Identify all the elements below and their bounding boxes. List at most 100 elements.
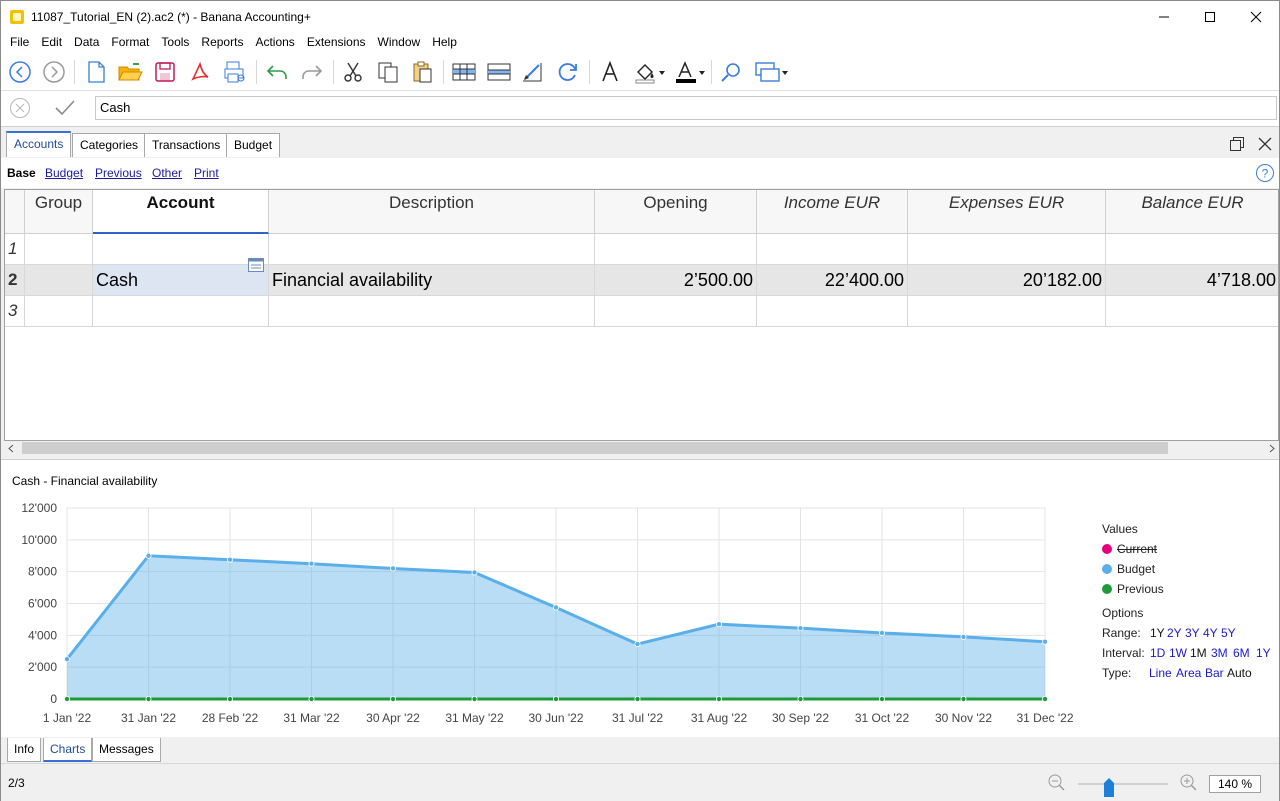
zoom-in-button[interactable] xyxy=(1179,773,1197,794)
menu-tools[interactable]: Tools xyxy=(155,32,195,53)
forward-button[interactable] xyxy=(40,58,68,86)
cell-expenses[interactable]: 20’182.00 xyxy=(908,265,1106,295)
row-number[interactable]: 1 xyxy=(5,234,25,264)
cell-edit-field[interactable]: Cash xyxy=(95,96,1277,120)
menu-window[interactable]: Window xyxy=(372,32,427,53)
print-button[interactable] xyxy=(221,58,249,86)
interval-1w[interactable]: 1W xyxy=(1169,646,1187,660)
view-budget[interactable]: Budget xyxy=(45,166,83,180)
zoom-level-field[interactable]: 140 % xyxy=(1209,775,1261,793)
legend-current-label[interactable]: Current xyxy=(1117,542,1157,556)
menu-format[interactable]: Format xyxy=(105,32,155,53)
view-previous[interactable]: Previous xyxy=(95,166,142,180)
tab-info[interactable]: Info xyxy=(7,738,42,762)
type-line[interactable]: Line xyxy=(1149,666,1172,680)
type-area[interactable]: Area xyxy=(1176,666,1201,680)
column-header-expenses[interactable]: Expenses EUR xyxy=(908,190,1106,234)
cell-opening[interactable] xyxy=(595,296,757,326)
windows-button[interactable] xyxy=(752,58,790,86)
interval-1d[interactable]: 1D xyxy=(1150,646,1165,660)
cell-account[interactable] xyxy=(93,296,269,326)
redo-button[interactable] xyxy=(298,58,326,86)
cell-income[interactable] xyxy=(757,234,908,264)
interval-1m[interactable]: 1M xyxy=(1190,646,1207,660)
range-1y[interactable]: 1Y xyxy=(1150,626,1165,640)
cell-expenses[interactable] xyxy=(908,234,1106,264)
cell-balance[interactable] xyxy=(1106,234,1278,264)
cell-account-active[interactable]: Cash xyxy=(93,265,269,295)
horizontal-scrollbar[interactable] xyxy=(4,441,1279,455)
tab-accounts[interactable]: Accounts xyxy=(6,131,72,157)
menu-actions[interactable]: Actions xyxy=(249,32,300,53)
back-button[interactable] xyxy=(6,58,34,86)
scrollbar-thumb[interactable] xyxy=(22,442,1168,454)
add-rows-button[interactable] xyxy=(450,58,478,86)
menu-edit[interactable]: Edit xyxy=(35,32,68,53)
tab-transactions[interactable]: Transactions xyxy=(144,133,229,157)
maximize-button[interactable] xyxy=(1187,1,1233,32)
column-header-account[interactable]: Account xyxy=(93,190,269,234)
cut-button[interactable] xyxy=(339,58,367,86)
cell-group[interactable] xyxy=(25,265,93,295)
column-header-opening[interactable]: Opening xyxy=(595,190,757,234)
view-other[interactable]: Other xyxy=(152,166,182,180)
save-button[interactable] xyxy=(151,58,179,86)
cell-income[interactable]: 22’400.00 xyxy=(757,265,908,295)
pdf-export-button[interactable] xyxy=(186,58,214,86)
close-panel-button[interactable] xyxy=(1257,136,1273,155)
menu-data[interactable]: Data xyxy=(68,32,105,53)
paste-button[interactable] xyxy=(408,58,436,86)
help-button[interactable]: ? xyxy=(1255,163,1275,186)
confirm-edit-button[interactable] xyxy=(53,97,77,122)
column-header-balance[interactable]: Balance EUR xyxy=(1106,190,1278,234)
tab-categories[interactable]: Categories xyxy=(72,133,147,157)
view-print[interactable]: Print xyxy=(194,166,219,180)
range-4y[interactable]: 4Y xyxy=(1203,626,1218,640)
column-header-group[interactable]: Group xyxy=(25,190,93,234)
legend-budget-label[interactable]: Budget xyxy=(1117,562,1155,576)
cell-description[interactable] xyxy=(269,234,595,264)
cell-opening[interactable] xyxy=(595,234,757,264)
undo-button[interactable] xyxy=(263,58,291,86)
type-bar[interactable]: Bar xyxy=(1205,666,1224,680)
row-number[interactable]: 2 xyxy=(5,265,25,295)
interval-3m[interactable]: 3M xyxy=(1211,646,1228,660)
view-base[interactable]: Base xyxy=(7,166,36,180)
range-3y[interactable]: 3Y xyxy=(1185,626,1200,640)
cell-opening[interactable]: 2’500.00 xyxy=(595,265,757,295)
zoom-slider[interactable] xyxy=(1078,773,1168,797)
menu-help[interactable]: Help xyxy=(426,32,463,53)
edit-row-button[interactable] xyxy=(485,58,513,86)
fill-color-button[interactable] xyxy=(632,58,668,86)
cell-balance[interactable] xyxy=(1106,296,1278,326)
zoom-slider-thumb[interactable] xyxy=(1104,777,1114,797)
restore-panel-button[interactable] xyxy=(1229,136,1245,155)
cell-description[interactable]: Financial availability xyxy=(269,265,595,295)
tab-messages[interactable]: Messages xyxy=(92,738,161,762)
cell-group[interactable] xyxy=(25,296,93,326)
cell-balance[interactable]: 4’718.00 xyxy=(1106,265,1278,295)
new-file-button[interactable] xyxy=(82,58,110,86)
recheck-button[interactable] xyxy=(554,58,582,86)
copy-button[interactable] xyxy=(374,58,402,86)
type-auto[interactable]: Auto xyxy=(1227,666,1252,680)
menu-extensions[interactable]: Extensions xyxy=(301,32,372,53)
range-2y[interactable]: 2Y xyxy=(1167,626,1182,640)
interval-1y[interactable]: 1Y xyxy=(1256,646,1271,660)
menu-file[interactable]: File xyxy=(4,32,35,53)
close-window-button[interactable] xyxy=(1233,1,1279,32)
range-5y[interactable]: 5Y xyxy=(1221,626,1236,640)
menu-reports[interactable]: Reports xyxy=(195,32,249,53)
edit-cell-button[interactable] xyxy=(519,58,547,86)
interval-6m[interactable]: 6M xyxy=(1233,646,1250,660)
tab-budget[interactable]: Budget xyxy=(226,133,281,157)
text-color-button[interactable] xyxy=(672,58,708,86)
cancel-edit-button[interactable] xyxy=(9,97,31,122)
zoom-out-button[interactable] xyxy=(1047,773,1065,794)
column-header-income[interactable]: Income EUR xyxy=(757,190,908,234)
search-button[interactable] xyxy=(717,58,745,86)
cell-group[interactable] xyxy=(25,234,93,264)
legend-previous-label[interactable]: Previous xyxy=(1117,582,1164,596)
cell-income[interactable] xyxy=(757,296,908,326)
tab-charts[interactable]: Charts xyxy=(43,738,93,762)
